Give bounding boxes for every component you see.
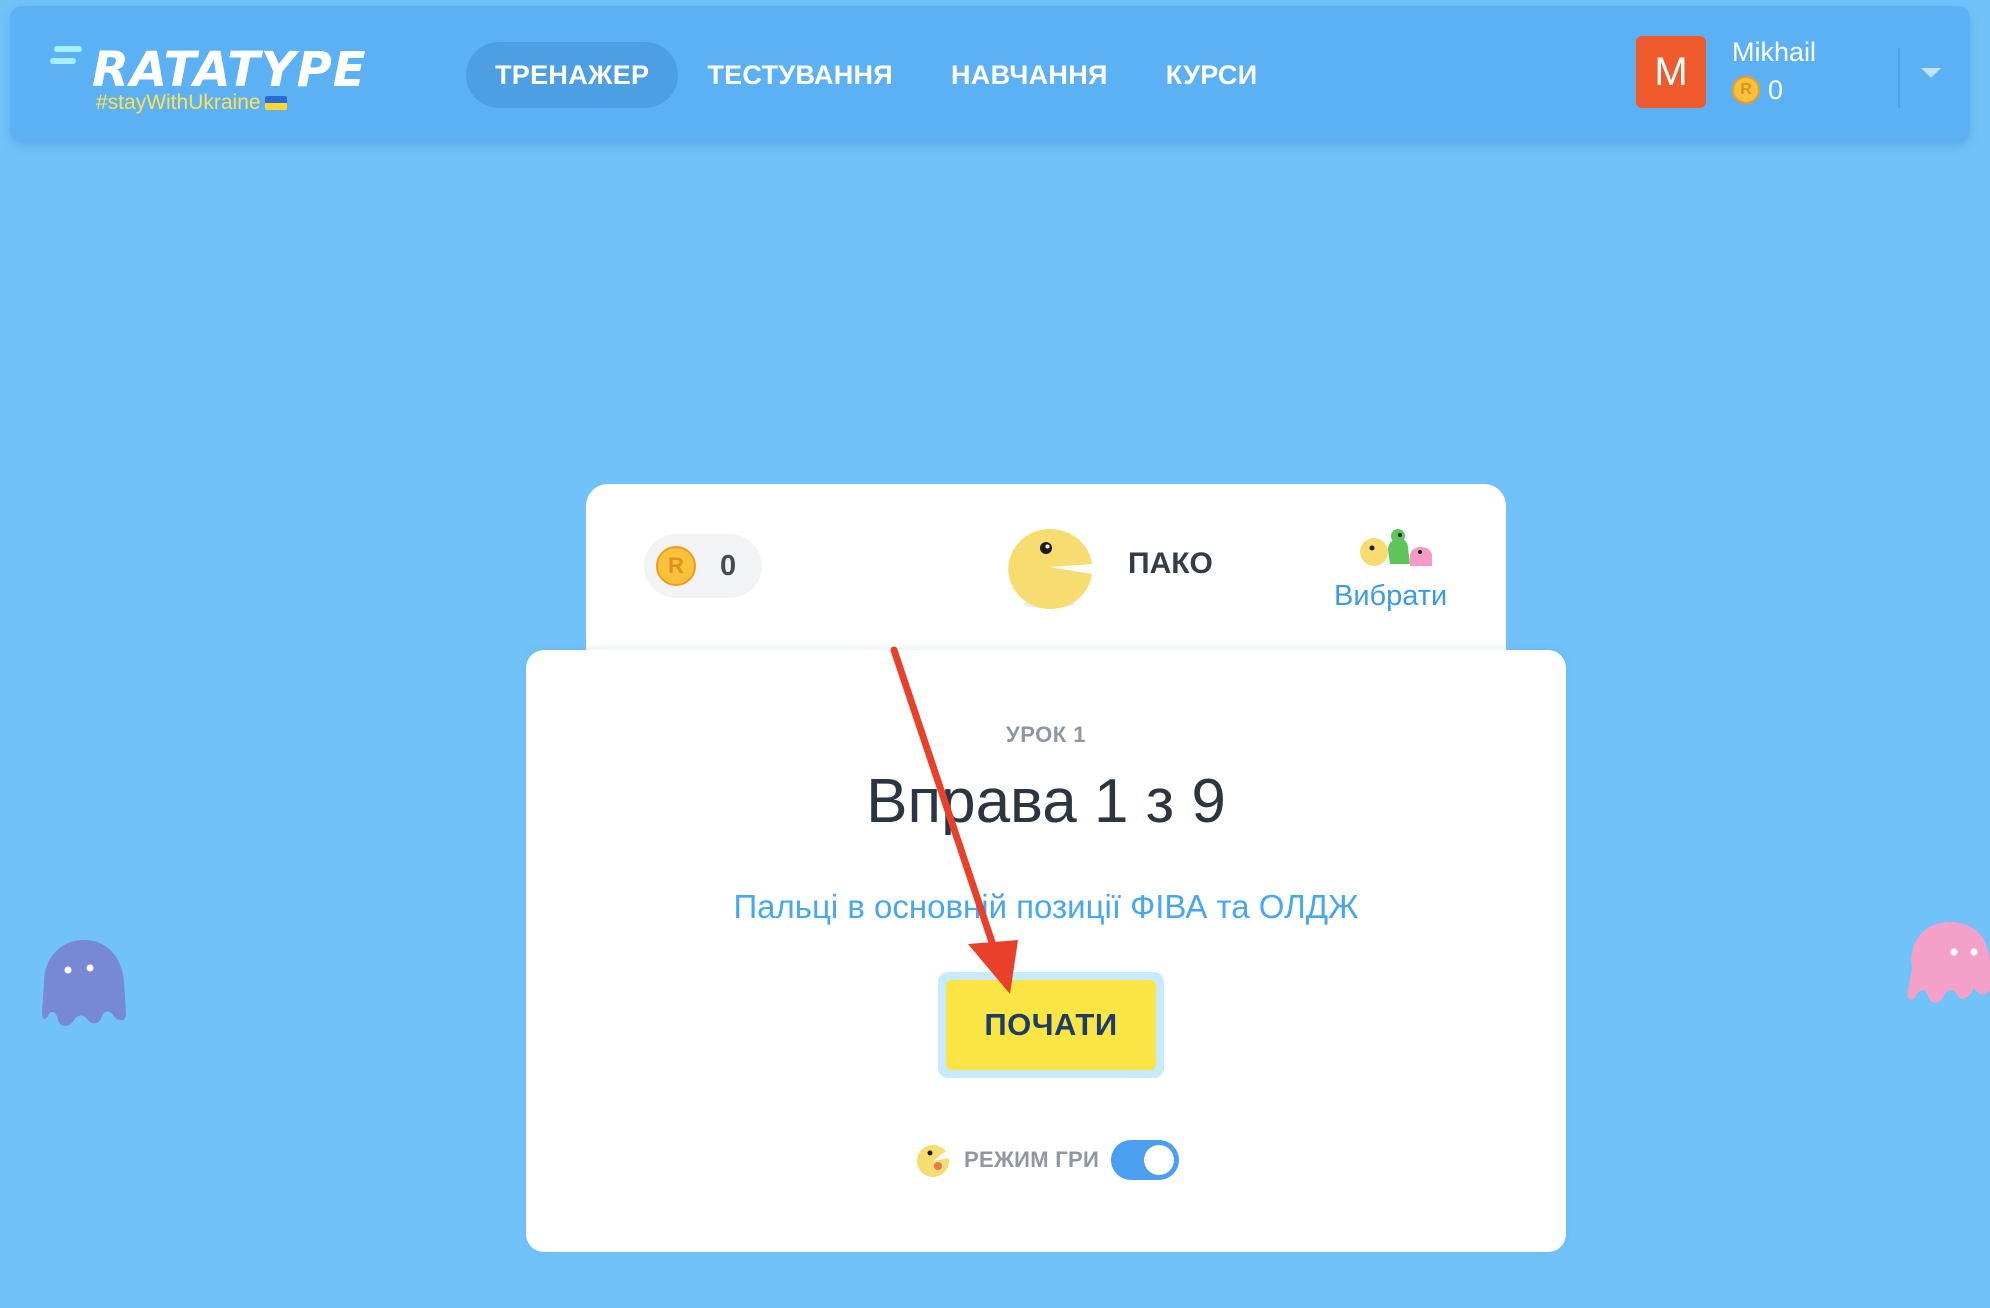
character-name: ПАКО [1128, 547, 1213, 580]
nav-item-learning[interactable]: НАВЧАННЯ [922, 42, 1137, 108]
user-avatar[interactable]: M [1636, 36, 1706, 108]
coin-icon: R [1732, 76, 1760, 104]
toggle-knob [1144, 1145, 1175, 1175]
nav-item-courses[interactable]: КУРСИ [1137, 42, 1287, 108]
coin-icon: R [656, 546, 696, 586]
characters-group-icon [1360, 529, 1432, 566]
coins-counter: R 0 [644, 534, 762, 598]
exercise-description: Пальці в основній позиції ФІВА та ОЛДЖ [733, 888, 1359, 925]
chevron-down-icon [1921, 68, 1941, 78]
user-coin-balance: R 0 [1732, 74, 1783, 106]
purple-ghost-icon [42, 940, 126, 1026]
logo-speed-line [54, 46, 82, 52]
pacman-character-icon [1008, 529, 1092, 609]
logo-tagline: #stayWithUkraine [96, 90, 287, 116]
start-button-focus-ring: ПОЧАТИ [938, 972, 1164, 1078]
tagline-text: #stayWithUkraine [96, 91, 261, 114]
exercise-card: УРОК 1 Вправа 1 з 9 Пальці в основній по… [526, 650, 1566, 1252]
pink-ghost-icon [1907, 922, 1990, 1003]
top-navigation-bar: RATATYPE #stayWithUkraine ТРЕНАЖЕР ТЕСТУ… [10, 6, 1970, 142]
main-nav: ТРЕНАЖЕР ТЕСТУВАННЯ НАВЧАННЯ КУРСИ [466, 42, 1286, 108]
page: RATATYPE #stayWithUkraine ТРЕНАЖЕР ТЕСТУ… [0, 0, 1990, 1308]
game-mode-label: РЕЖИМ ГРИ [964, 1147, 1100, 1172]
start-button[interactable]: ПОЧАТИ [946, 980, 1156, 1070]
nav-item-testing[interactable]: ТЕСТУВАННЯ [678, 42, 922, 108]
coins-counter-value: 0 [720, 549, 737, 582]
ukraine-flag-icon [264, 96, 287, 111]
exercise-title: Вправа 1 з 9 [866, 767, 1226, 836]
game-mode-control: РЕЖИМ ГРИ [916, 1138, 1180, 1182]
user-menu-dropdown-button[interactable] [1914, 58, 1948, 88]
nav-item-trainer[interactable]: ТРЕНАЖЕР [466, 42, 679, 108]
user-coins-value: 0 [1768, 74, 1784, 105]
choose-character-link[interactable]: Вибрати [1334, 578, 1447, 614]
ratatype-logo[interactable]: RATATYPE #stayWithUkraine [50, 42, 390, 122]
logo-speed-line [50, 58, 76, 64]
user-name[interactable]: Mikhail [1732, 36, 1816, 68]
lesson-label: УРОК 1 [1006, 722, 1086, 747]
game-mode-toggle[interactable] [1111, 1140, 1180, 1180]
pacman-game-mode-icon [917, 1145, 950, 1177]
header-divider [1898, 48, 1900, 108]
